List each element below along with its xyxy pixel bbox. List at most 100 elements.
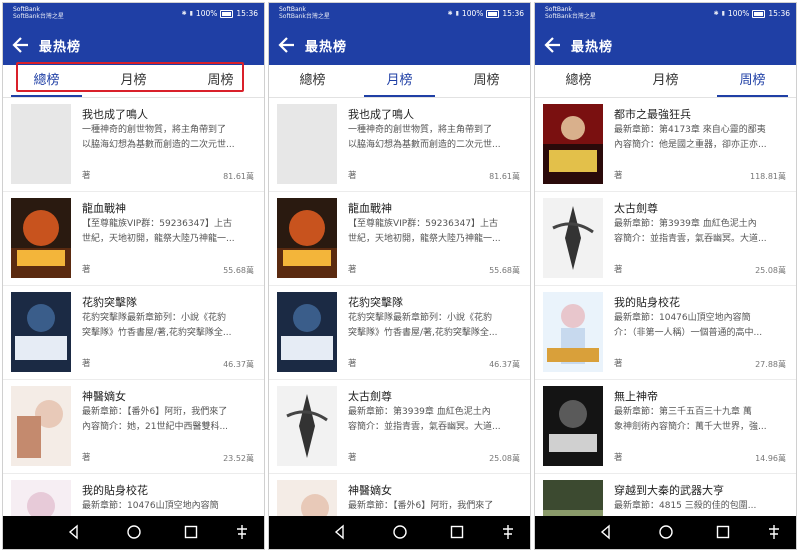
list-item[interactable]: 花豹突擊隊 花豹突擊隊最新章節列：小說《花豹 突擊隊》竹香書屋/著,花豹突擊隊全.… [269, 286, 530, 380]
tab-weekly[interactable]: 周榜 [709, 65, 796, 97]
nav-recent-icon[interactable] [449, 524, 465, 540]
book-desc: 一種神奇的創世物質，將主角帶到了 以脇海幻想為基數而創造的二次元世... [82, 125, 235, 150]
author-label: 著 [82, 171, 91, 181]
book-title: 我也成了鳴人 [348, 108, 414, 121]
book-desc: 最新章節：10476山頂空地內容簡 介：（非第一人稱）一個普通的高中... [614, 313, 763, 338]
nav-recent-icon[interactable] [715, 524, 731, 540]
book-cover [543, 480, 603, 516]
author-label: 著 [82, 359, 91, 369]
view-count: 27.88萬 [755, 360, 786, 369]
tab-total[interactable]: 總榜 [3, 65, 90, 97]
list-item[interactable]: 太古劍尊 最新章節：第3939章 血紅色泥土內 容簡介：並指青雲，氣吞幽冥。大道.… [269, 380, 530, 474]
tab-bar: 總榜 月榜 周榜 [3, 65, 264, 98]
tab-weekly[interactable]: 周榜 [177, 65, 264, 96]
system-nav-bar [3, 516, 264, 549]
list-item[interactable]: 無上神帝 最新章節：第三千五百三十九章 萬象神劍術內容簡介：萬千大世界，強...… [535, 380, 796, 474]
back-arrow-icon[interactable] [11, 35, 31, 55]
app-bar: 最热榜 [3, 25, 264, 65]
book-desc: 【至尊龍族VIP群：59236347】上古 世紀，天地初開，龍祭大陸乃神龍一... [82, 219, 235, 244]
system-nav-bar [269, 516, 530, 549]
carrier-info: SoftBank SoftBank台灣之星 [279, 6, 330, 20]
carrier-name: SoftBank [545, 6, 572, 13]
book-cover [543, 386, 603, 466]
book-title: 龍血戰神 [82, 202, 126, 215]
list-item[interactable]: 我的貼身校花 最新章節：10476山頂空地內容簡 介：（非第一人稱）一個普通的高中… [535, 286, 796, 380]
list-item[interactable]: 都市之最強狂兵 最新章節：第4173章 來自心靈的鄙夷 內容簡介：他是國之重器，卻… [535, 98, 796, 192]
nav-extra-icon[interactable] [766, 524, 782, 540]
status-bar: SoftBank SoftBank台灣之星 ✱ ▮ 100% 15:36 [535, 3, 796, 25]
back-arrow-icon[interactable] [277, 35, 297, 55]
carrier-name-2: SoftBank台灣之星 [13, 13, 64, 20]
list-item[interactable]: 我的貼身校花 最新章節：10476山頂空地內容簡 [3, 474, 264, 516]
book-cover [11, 104, 71, 184]
list-item[interactable]: 龍血戰神 【至尊龍族VIP群：59236347】上古 世紀，天地初開，龍祭大陸乃神… [3, 192, 264, 286]
tab-monthly[interactable]: 月榜 [622, 65, 709, 96]
carrier-name: SoftBank [13, 6, 40, 13]
book-title: 花豹突擊隊 [348, 296, 403, 309]
nav-recent-icon[interactable] [183, 524, 199, 540]
book-title: 花豹突擊隊 [82, 296, 137, 309]
nav-back-icon[interactable] [332, 524, 348, 540]
book-cover [277, 292, 337, 372]
app-bar: 最热榜 [535, 25, 796, 65]
tab-total[interactable]: 總榜 [269, 65, 356, 96]
list-item[interactable]: 花豹突擊隊 花豹突擊隊最新章節列：小說《花豹 突擊隊》竹香書屋/著,花豹突擊隊全.… [3, 286, 264, 380]
tab-monthly[interactable]: 月榜 [90, 65, 177, 96]
battery-icon [486, 9, 500, 18]
nav-back-icon[interactable] [66, 524, 82, 540]
author-label: 著 [348, 265, 357, 275]
list-item[interactable]: 神醫嫡女 最新章節：【番外6】阿珩，我們來了 [269, 474, 530, 516]
page-title: 最热榜 [571, 40, 614, 55]
back-arrow-icon[interactable] [543, 35, 563, 55]
book-cover [543, 292, 603, 372]
book-title: 無上神帝 [614, 390, 658, 403]
book-list: 我也成了鳴人 一種神奇的創世物質，將主角帶到了 以脇海幻想為基數而創造的二次元世.… [3, 98, 264, 516]
book-cover [277, 198, 337, 278]
list-item[interactable]: 神醫嫡女 最新章節：【番外6】阿珩，我們來了 內容簡介：她，21世紀中西醫雙科..… [3, 380, 264, 474]
battery-icon [752, 9, 766, 18]
phone-screen-total: SoftBank SoftBank台灣之星 ✱ ▮ 100% 15:36 最热榜… [3, 3, 264, 549]
nav-extra-icon[interactable] [234, 524, 250, 540]
battery-icon [220, 9, 234, 18]
view-count: 81.61萬 [223, 172, 254, 181]
clock: 15:36 [768, 9, 790, 18]
nav-home-icon[interactable] [126, 524, 142, 540]
nav-home-icon[interactable] [658, 524, 674, 540]
book-cover [11, 198, 71, 278]
tab-monthly[interactable]: 月榜 [356, 65, 443, 97]
author-label: 著 [348, 359, 357, 369]
book-cover [11, 480, 71, 516]
tab-total[interactable]: 總榜 [535, 65, 622, 96]
book-list: 都市之最強狂兵 最新章節：第4173章 來自心靈的鄙夷 內容簡介：他是國之重器，卻… [535, 98, 796, 516]
book-cover [543, 104, 603, 184]
author-label: 著 [348, 453, 357, 463]
view-count: 46.37萬 [489, 360, 520, 369]
page-title: 最热榜 [39, 40, 82, 55]
status-bar: SoftBank SoftBank台灣之星 ✱ ▮ 100% 15:36 [3, 3, 264, 25]
nav-extra-icon[interactable] [500, 524, 516, 540]
list-item[interactable]: 我也成了鳴人 一種神奇的創世物質，將主角帶到了 以脇海幻想為基數而創造的二次元世.… [269, 98, 530, 192]
author-label: 著 [348, 171, 357, 181]
status-right: ✱ ▮ 100% 15:36 [448, 9, 524, 18]
book-title: 都市之最強狂兵 [614, 108, 691, 121]
book-title: 神醫嫡女 [82, 390, 126, 403]
list-item[interactable]: 太古劍尊 最新章節：第3939章 血紅色泥土內 容簡介：並指青雲，氣吞幽冥。大道.… [535, 192, 796, 286]
list-item[interactable]: 龍血戰神 【至尊龍族VIP群：59236347】上古 世紀，天地初開，龍祭大陸乃神… [269, 192, 530, 286]
carrier-name-2: SoftBank台灣之星 [545, 13, 596, 20]
list-item[interactable]: 我也成了鳴人 一種神奇的創世物質，將主角帶到了 以脇海幻想為基數而創造的二次元世.… [3, 98, 264, 192]
book-cover [543, 198, 603, 278]
nav-home-icon[interactable] [392, 524, 408, 540]
tab-weekly[interactable]: 周榜 [443, 65, 530, 96]
book-desc: 最新章節：第3939章 血紅色泥土內 容簡介：並指青雲，氣吞幽冥。大道... [348, 407, 501, 432]
bluetooth-icon: ✱ [181, 10, 187, 17]
author-label: 著 [614, 453, 623, 463]
view-count: 118.81萬 [750, 172, 786, 181]
signal-icon: ▮ [189, 10, 193, 17]
book-title: 我的貼身校花 [614, 296, 680, 309]
carrier-name-2: SoftBank台灣之星 [279, 13, 330, 20]
nav-back-icon[interactable] [598, 524, 614, 540]
carrier-name: SoftBank [279, 6, 306, 13]
app-bar: 最热榜 [269, 25, 530, 65]
book-desc: 花豹突擊隊最新章節列：小說《花豹 突擊隊》竹香書屋/著,花豹突擊隊全... [82, 313, 232, 338]
book-title: 太古劍尊 [348, 390, 392, 403]
